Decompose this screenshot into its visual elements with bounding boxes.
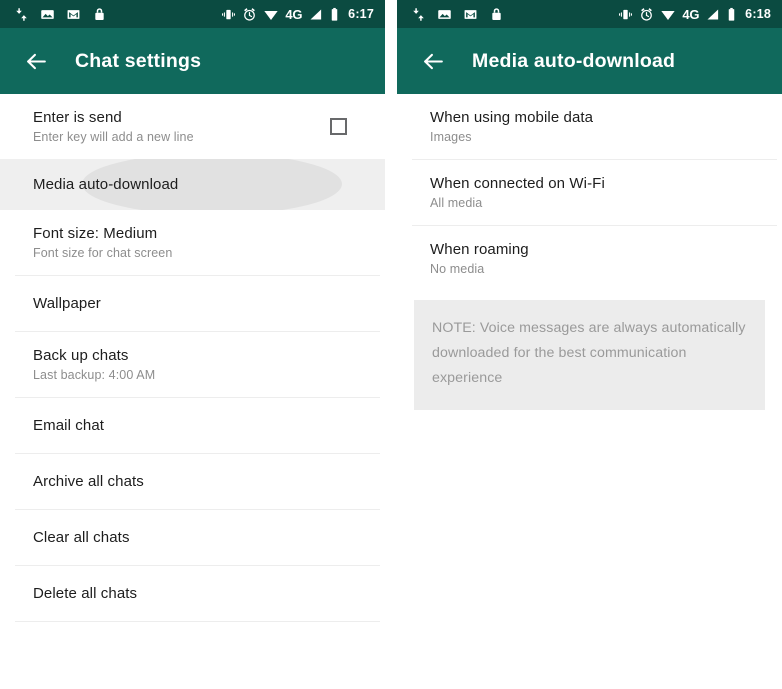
- vibrate-icon: [221, 7, 236, 22]
- list-item[interactable]: When using mobile data Images: [397, 94, 782, 159]
- status-bar-left-icons: [411, 7, 504, 22]
- list-item-content: Delete all chats: [33, 584, 369, 603]
- list-item-subtitle: Images: [430, 129, 472, 144]
- image-icon: [40, 7, 55, 22]
- signal-icon: [308, 7, 323, 22]
- settings-list: When using mobile data Images When connect…: [397, 94, 782, 410]
- network-type-label: 4G: [285, 6, 303, 22]
- status-bar-clock: 6:18: [745, 7, 771, 21]
- list-item[interactable]: Back up chats Last backup: 4:00 AM: [0, 332, 385, 397]
- list-item-title: Archive all chats: [33, 473, 144, 490]
- battery-icon: [329, 7, 340, 22]
- status-bar: 4G 6:17: [0, 0, 385, 28]
- vibrate-icon: [618, 7, 633, 22]
- list-item-subtitle: Last backup: 4:00 AM: [33, 367, 156, 382]
- status-bar-right-icons: 4G 6:18: [618, 6, 771, 22]
- list-item[interactable]: When connected on Wi-Fi All media: [397, 160, 782, 225]
- lock-icon: [489, 7, 504, 22]
- list-item-title: Email chat: [33, 417, 105, 434]
- list-item[interactable]: Wallpaper: [0, 276, 385, 331]
- list-item-content: When connected on Wi-Fi All media: [430, 174, 766, 212]
- list-divider: [15, 621, 380, 622]
- list-item-content: Archive all chats: [33, 472, 369, 491]
- note-box: NOTE: Voice messages are always automati…: [414, 300, 765, 410]
- note-text: NOTE: Voice messages are always automati…: [432, 320, 746, 386]
- list-item-title: When using mobile data: [430, 108, 594, 126]
- screen-media-auto-download: 4G 6:18 Media auto-download When using mobi…: [397, 0, 782, 689]
- list-item-title: Wallpaper: [33, 295, 101, 312]
- page-title: Chat settings: [75, 49, 202, 72]
- list-item-content: Wallpaper: [33, 294, 369, 313]
- alarm-icon: [242, 7, 257, 22]
- wifi-icon: [660, 6, 676, 22]
- list-item-title: When roaming: [430, 240, 529, 258]
- list-item-content: Font size: Medium Font size for chat scre…: [33, 224, 369, 262]
- list-item-content: Media auto-download: [33, 175, 369, 194]
- image-icon: [437, 7, 452, 22]
- list-item-content: When roaming No media: [430, 240, 766, 278]
- screen-chat-settings: 4G 6:17 Chat settings Enter is send Enter ke…: [0, 0, 385, 689]
- list-item-title: When connected on Wi-Fi: [430, 174, 605, 192]
- wifi-icon: [263, 6, 279, 22]
- list-item-subtitle: No media: [430, 261, 485, 276]
- gmail-icon: [463, 7, 478, 22]
- list-item-subtitle: All media: [430, 195, 483, 210]
- sync-icon: [14, 7, 29, 22]
- list-item-title: Font size: Medium: [33, 224, 158, 242]
- list-item[interactable]: Font size: Medium Font size for chat scre…: [0, 210, 385, 275]
- list-item-title: Clear all chats: [33, 529, 130, 546]
- app-bar: Media auto-download: [397, 28, 782, 94]
- status-bar-left-icons: [14, 7, 107, 22]
- network-type-label: 4G: [682, 6, 700, 22]
- enter-is-send-checkbox[interactable]: [330, 118, 347, 135]
- app-bar: Chat settings: [0, 28, 385, 94]
- list-item-title: Delete all chats: [33, 585, 138, 602]
- back-arrow-icon[interactable]: [21, 46, 51, 76]
- back-arrow-icon[interactable]: [418, 46, 448, 76]
- signal-icon: [705, 7, 720, 22]
- screen-separator: [385, 0, 397, 689]
- list-item-title: Enter is send: [33, 108, 122, 126]
- alarm-icon: [639, 7, 654, 22]
- list-item-content: Email chat: [33, 416, 369, 435]
- list-item-title: Media auto-download: [33, 176, 179, 193]
- status-bar-right-icons: 4G 6:17: [221, 6, 374, 22]
- list-item-subtitle: Enter key will add a new line: [33, 129, 194, 144]
- list-item[interactable]: Enter is send Enter key will add a new li…: [0, 94, 385, 159]
- sync-icon: [411, 7, 426, 22]
- list-item-content: Clear all chats: [33, 528, 369, 547]
- lock-icon: [92, 7, 107, 22]
- battery-icon: [726, 7, 737, 22]
- list-item[interactable]: Archive all chats: [0, 454, 385, 509]
- page-title: Media auto-download: [472, 49, 676, 72]
- list-item-title: Back up chats: [33, 346, 129, 364]
- list-item[interactable]: When roaming No media: [397, 226, 782, 291]
- list-item[interactable]: Delete all chats: [0, 566, 385, 621]
- list-item-content: Back up chats Last backup: 4:00 AM: [33, 346, 369, 384]
- settings-list: Enter is send Enter key will add a new li…: [0, 94, 385, 622]
- status-bar: 4G 6:18: [397, 0, 782, 28]
- list-item[interactable]: Media auto-download: [0, 159, 385, 210]
- list-item[interactable]: Clear all chats: [0, 510, 385, 565]
- list-item-content: Enter is send Enter key will add a new li…: [33, 108, 330, 146]
- dual-screenshot-container: 4G 6:17 Chat settings Enter is send Enter ke…: [0, 0, 782, 689]
- status-bar-clock: 6:17: [348, 7, 374, 21]
- gmail-icon: [66, 7, 81, 22]
- list-item[interactable]: Email chat: [0, 398, 385, 453]
- list-item-content: When using mobile data Images: [430, 108, 766, 146]
- list-item-subtitle: Font size for chat screen: [33, 245, 173, 260]
